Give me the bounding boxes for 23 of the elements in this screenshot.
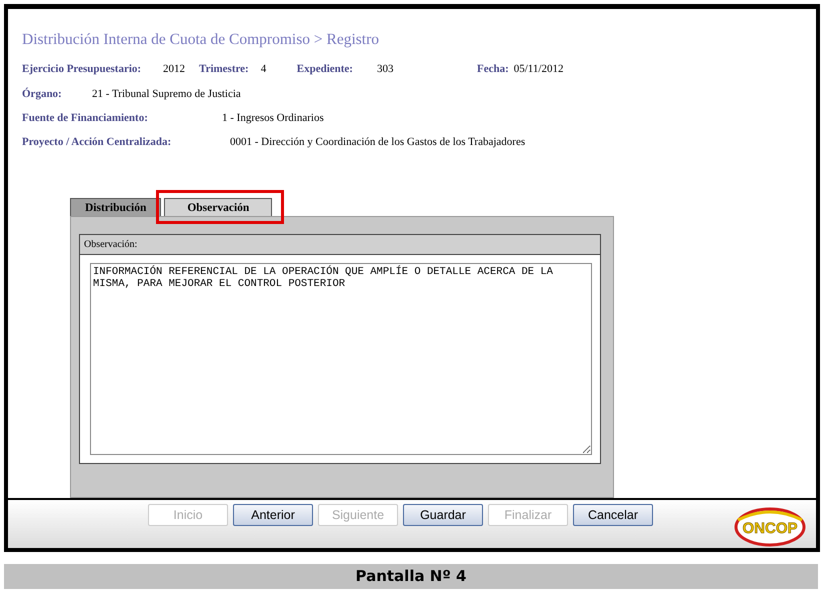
section-heading: Observación: bbox=[80, 235, 600, 255]
field-value: 21 - Tribunal Supremo de Justicia bbox=[92, 88, 241, 100]
field-value: 0001 - Dirección y Coordinación de los Gastos de los Trabajadores bbox=[230, 136, 526, 148]
field-value: 4 bbox=[260, 63, 268, 75]
tab[interactable]: Distribución bbox=[70, 198, 162, 216]
field-label: Proyecto / Acción Centralizada: bbox=[22, 136, 172, 148]
action-button[interactable]: Guardar bbox=[403, 504, 483, 526]
action-button[interactable]: Anterior bbox=[233, 504, 313, 526]
field-value: 05/11/2012 bbox=[514, 63, 564, 75]
observation-field[interactable]: INFORMACIÓN REFERENCIAL DE LA OPERACIÓN QUE AMPLÍE O DETALLE ACERCA DE LA MISMA, PARA MEJORAR EL CONTROL POSTERIOR bbox=[90, 263, 592, 455]
field-value: 2012 bbox=[163, 63, 186, 75]
action-button[interactable]: Cancelar bbox=[573, 504, 653, 526]
page-title: Distribución Interna de Cuota de Compromiso > Registro bbox=[22, 31, 380, 49]
caption: Pantalla Nº 4 bbox=[4, 564, 818, 589]
field-label: Fecha: bbox=[476, 63, 509, 75]
field-value: 1 - Ingresos Ordinarios bbox=[222, 112, 324, 124]
tab[interactable]: Observación bbox=[164, 198, 272, 216]
field-value: 303 bbox=[376, 63, 394, 75]
field-label: Trimestre: bbox=[199, 63, 249, 75]
field-label: Fuente de Financiamiento: bbox=[22, 112, 149, 124]
field-label: Órgano: bbox=[22, 88, 63, 100]
field-label: Ejercicio Presupuestario: bbox=[22, 63, 142, 75]
field-label: Expediente: bbox=[296, 63, 353, 75]
